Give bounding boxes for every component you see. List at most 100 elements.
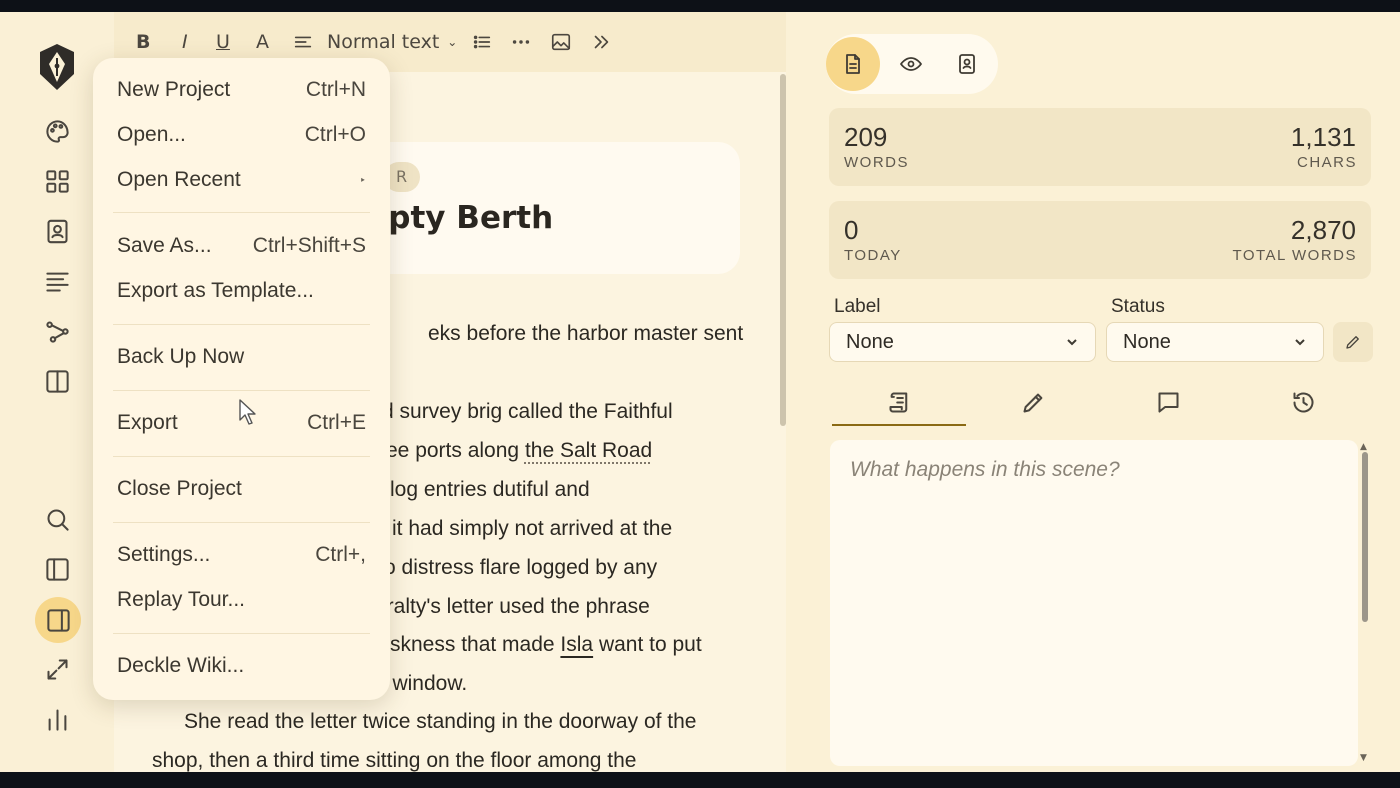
- body-line: shop, then a third time sitting on the f…: [152, 749, 637, 772]
- menu-item-save-as[interactable]: Save As... Ctrl+Shift+S: [117, 229, 366, 263]
- menu-divider: [113, 456, 370, 457]
- menu-item-label: Settings...: [117, 543, 211, 566]
- history-icon: [1292, 391, 1313, 412]
- align-icon[interactable]: [292, 28, 314, 56]
- chevron-down-icon: [1067, 339, 1077, 346]
- right-panel-toggle-icon[interactable]: [35, 597, 81, 643]
- salt-road-link[interactable]: the Salt Road: [525, 439, 652, 462]
- menu-item-open[interactable]: Open... Ctrl+O: [117, 118, 366, 152]
- menu-item-export-template[interactable]: Export as Template...: [117, 274, 366, 308]
- synopsis-scrollbar[interactable]: [1362, 452, 1368, 622]
- menu-item-label: Deckle Wiki...: [117, 654, 245, 677]
- tab-history[interactable]: [1236, 378, 1370, 426]
- menu-item-shortcut: Ctrl+,: [315, 543, 366, 566]
- menu-item-label: Back Up Now: [117, 345, 245, 368]
- edit-labels-button[interactable]: [1333, 322, 1373, 362]
- pencil-icon: [1346, 336, 1359, 349]
- stats-chart-icon[interactable]: [40, 702, 74, 736]
- bold-button[interactable]: B: [136, 28, 150, 56]
- menu-item-new-project[interactable]: New Project Ctrl+N: [117, 73, 366, 107]
- bullet-list-icon[interactable]: [471, 28, 493, 56]
- document-icon[interactable]: [826, 37, 880, 91]
- image-icon[interactable]: [550, 28, 572, 56]
- menu-item-deckle-wiki[interactable]: Deckle Wiki...: [117, 649, 366, 683]
- label-field-title: Label: [834, 296, 881, 317]
- menu-item-label: Open Recent: [117, 168, 241, 191]
- palette-icon[interactable]: [40, 114, 74, 148]
- mouse-pointer-icon: [239, 399, 256, 425]
- menu-item-shortcut: Ctrl+Shift+S: [252, 234, 366, 257]
- isla-character-link[interactable]: Isla: [560, 633, 593, 656]
- paragraph-style-select[interactable]: Normal text ⌄: [327, 28, 457, 56]
- synopsis-placeholder: What happens in this scene?: [850, 458, 1120, 481]
- menu-item-shortcut: Ctrl+N: [305, 78, 366, 101]
- menu-item-open-recent[interactable]: Open Recent ‣: [117, 163, 366, 197]
- menu-divider: [113, 522, 370, 523]
- menu-item-label: Replay Tour...: [117, 588, 246, 611]
- character-card-icon[interactable]: [940, 37, 994, 91]
- menu-item-back-up-now[interactable]: Back Up Now: [117, 340, 366, 374]
- scroll-up-icon[interactable]: ▲: [1360, 442, 1367, 452]
- synopsis-textarea[interactable]: What happens in this scene?: [830, 440, 1358, 766]
- label-select-value: None: [846, 330, 894, 353]
- menu-divider: [113, 324, 370, 325]
- menu-item-label: New Project: [117, 78, 231, 101]
- search-icon[interactable]: [40, 502, 74, 536]
- menu-item-close-project[interactable]: Close Project: [117, 472, 366, 506]
- app-window: B I U A Normal text ⌄ R mpty Berth eks b…: [0, 12, 1400, 772]
- underline-button[interactable]: U: [216, 28, 230, 56]
- expand-icon[interactable]: [40, 652, 74, 686]
- character-card-icon[interactable]: [40, 214, 74, 248]
- body-line: d survey brig called the Faithful: [382, 400, 673, 423]
- body-text: ee ports along: [386, 439, 525, 462]
- outline-icon[interactable]: [40, 264, 74, 298]
- chars-value: 1,131: [1290, 122, 1356, 152]
- app-logo[interactable]: [34, 42, 80, 92]
- menu-divider: [113, 390, 370, 391]
- word-count-box: 209 WORDS 1,131 CHARS: [829, 108, 1371, 186]
- left-panel-toggle-icon[interactable]: [40, 552, 74, 586]
- scroll-down-icon[interactable]: ▼: [1360, 753, 1367, 763]
- menu-item-replay-tour[interactable]: Replay Tour...: [117, 583, 366, 617]
- eye-icon[interactable]: [884, 37, 938, 91]
- status-field-title: Status: [1111, 296, 1165, 317]
- label-select[interactable]: None: [829, 322, 1096, 362]
- inspector-panel: 209 WORDS 1,131 CHARS 0 TODAY 2,870 TOTA…: [786, 12, 1400, 772]
- today-label: TODAY: [844, 247, 902, 264]
- words-label: WORDS: [844, 154, 909, 171]
- menu-item-settings[interactable]: Settings... Ctrl+,: [117, 538, 366, 572]
- body-text: skness that made: [390, 633, 561, 656]
- submenu-arrow-icon: ‣: [359, 174, 367, 187]
- body-line: eks before the harbor master sent: [428, 322, 744, 345]
- split-view-icon[interactable]: [40, 364, 74, 398]
- menu-item-label: Open...: [117, 123, 186, 146]
- grid-icon[interactable]: [40, 164, 74, 198]
- today-value: 0: [844, 215, 859, 245]
- menu-item-label: Close Project: [117, 477, 242, 500]
- italic-button[interactable]: I: [182, 28, 188, 56]
- status-select-value: None: [1123, 330, 1171, 353]
- scene-chip-label: R: [396, 167, 409, 186]
- tab-comments[interactable]: [1101, 378, 1235, 426]
- total-words-value: 2,870: [1290, 215, 1356, 245]
- menu-item-label: Export: [117, 411, 178, 434]
- text-color-button[interactable]: A: [256, 28, 269, 56]
- tab-synopsis[interactable]: [832, 378, 966, 426]
- double-chevron-right-icon[interactable]: [590, 28, 612, 56]
- body-line: skness that made Isla want to put: [390, 633, 702, 657]
- tab-notes[interactable]: [966, 378, 1100, 426]
- status-select[interactable]: None: [1106, 322, 1324, 362]
- scroll-icon: [888, 391, 907, 413]
- body-line: it had simply not arrived at the: [392, 517, 673, 540]
- plot-graph-icon[interactable]: [40, 314, 74, 348]
- body-line: log entries dutiful and: [390, 478, 590, 501]
- paragraph-style-value: Normal text: [327, 31, 440, 53]
- menu-item-label: Export as Template...: [117, 279, 314, 302]
- more-dots-icon[interactable]: [510, 28, 532, 56]
- comment-icon: [1157, 391, 1179, 413]
- inspector-view-tabs: [826, 34, 998, 94]
- menu-item-label: Save As...: [117, 234, 212, 257]
- total-words-label: TOTAL WORDS: [1232, 247, 1357, 264]
- body-text: want to put: [593, 633, 702, 656]
- body-line: She read the letter twice standing in th…: [184, 710, 697, 733]
